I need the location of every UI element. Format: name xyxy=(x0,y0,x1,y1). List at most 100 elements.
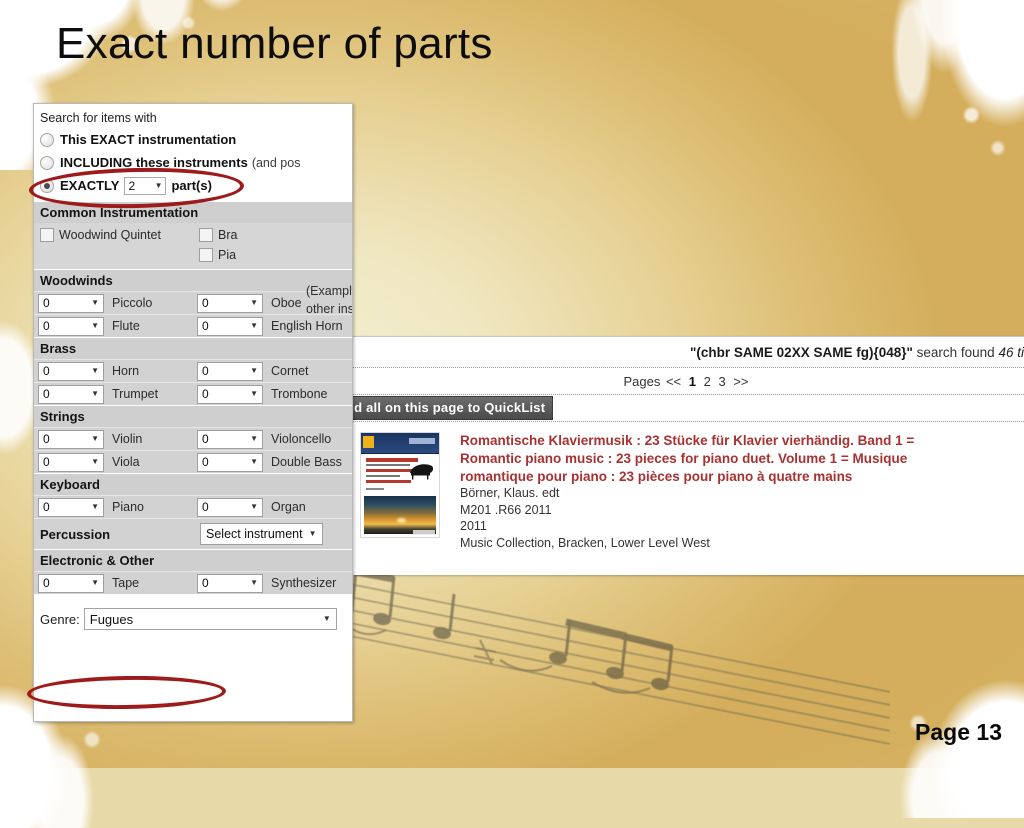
chevron-down-icon: ▼ xyxy=(322,614,331,623)
pagination-page-1[interactable]: 1 xyxy=(689,374,696,389)
instrument-row: 0 ▼ Viola 0 ▼ Double Bass xyxy=(34,450,352,473)
checkbox-brass-quintet[interactable]: Bra xyxy=(193,225,352,245)
radio-label: EXACTLY xyxy=(60,178,120,193)
instrument-cell-english-horn: 0 ▼ English Horn xyxy=(193,315,352,337)
radio-icon[interactable] xyxy=(40,132,54,147)
count-select-synthesizer[interactable]: 0 ▼ xyxy=(197,573,263,593)
parts-suffix-label: part(s) xyxy=(171,178,212,193)
count-value: 0 xyxy=(43,576,50,590)
count-select-trombone[interactable]: 0 ▼ xyxy=(197,384,263,404)
pagination-page-3[interactable]: 3 xyxy=(718,374,725,389)
count-select-violin[interactable]: 0 ▼ xyxy=(38,429,104,449)
cover-series-tag xyxy=(409,438,435,444)
radio-option-including-instruments[interactable]: INCLUDING these instruments (and pos xyxy=(40,151,352,174)
page-title: Exact number of parts xyxy=(56,19,493,68)
count-value: 0 xyxy=(43,500,50,514)
instrument-cell-piccolo: 0 ▼ Piccolo xyxy=(34,292,193,314)
chevron-down-icon: ▼ xyxy=(91,389,99,398)
radio-icon-selected[interactable] xyxy=(40,178,54,193)
count-value: 0 xyxy=(202,296,209,310)
cover-editor-line xyxy=(366,488,384,490)
count-select-oboe[interactable]: 0 ▼ xyxy=(197,293,263,313)
count-value: 0 xyxy=(43,364,50,378)
count-select-cornet[interactable]: 0 ▼ xyxy=(197,361,263,381)
results-summary: "(chbr SAME 02XX SAME fg){048}" search f… xyxy=(690,345,1024,360)
instrument-label: Trumpet xyxy=(112,387,159,401)
count-select-violoncello[interactable]: 0 ▼ xyxy=(197,429,263,449)
chevron-down-icon: ▼ xyxy=(154,180,163,190)
pagination-prev[interactable]: << xyxy=(666,374,681,389)
chevron-down-icon: ▼ xyxy=(91,321,99,330)
add-all-to-quicklist-button[interactable]: dd all on this page to QuickList xyxy=(350,396,554,420)
radio-option-exactly-parts[interactable]: EXACTLY 2 ▼ part(s) xyxy=(40,174,352,197)
count-select-flute[interactable]: 0 ▼ xyxy=(38,316,104,336)
record-title[interactable]: Romantische Klaviermusik : 23 Stücke für… xyxy=(460,432,914,485)
instrument-label: Piano xyxy=(112,500,144,514)
record-details: Romantische Klaviermusik : 23 Stücke für… xyxy=(460,432,914,551)
checkbox-icon[interactable] xyxy=(40,228,54,242)
grand-piano-icon xyxy=(410,464,434,480)
result-record: Romantische Klaviermusik : 23 Stücke für… xyxy=(350,422,1024,551)
section-heading-woodwinds: Woodwinds xyxy=(34,269,352,291)
count-value: 0 xyxy=(202,387,209,401)
instrument-label: Violoncello xyxy=(271,432,332,446)
record-year: 2011 xyxy=(460,519,487,534)
count-select-horn[interactable]: 0 ▼ xyxy=(38,361,104,381)
count-select-piccolo[interactable]: 0 ▼ xyxy=(38,293,104,313)
radio-note: (and pos xyxy=(251,155,301,170)
search-result-count: 46 ti xyxy=(998,344,1024,360)
pagination-next[interactable]: >> xyxy=(733,374,748,389)
count-value: 0 xyxy=(43,432,50,446)
instrument-cell-organ: 0 ▼ Organ xyxy=(193,496,352,518)
percussion-instrument-select[interactable]: Select instrument ▼ xyxy=(200,523,323,545)
checkbox-icon[interactable] xyxy=(199,228,213,242)
cover-subtitle-line xyxy=(366,475,400,477)
radio-option-exact-instrumentation[interactable]: This EXACT instrumentation xyxy=(40,128,352,151)
instrument-cell-horn: 0 ▼ Horn xyxy=(34,360,193,382)
section-heading-common-instrumentation: Common Instrumentation xyxy=(34,201,352,223)
checkbox-piano-trio[interactable]: Pia xyxy=(193,245,352,265)
parts-count-select[interactable]: 2 ▼ xyxy=(124,176,167,195)
checkbox-label: Pia xyxy=(218,248,237,262)
instrument-label: English Horn xyxy=(271,319,343,333)
count-select-english-horn[interactable]: 0 ▼ xyxy=(197,316,263,336)
instrument-cell-double-bass: 0 ▼ Double Bass xyxy=(193,451,352,473)
count-value: 0 xyxy=(43,455,50,469)
count-select-organ[interactable]: 0 ▼ xyxy=(197,497,263,517)
count-select-trumpet[interactable]: 0 ▼ xyxy=(38,384,104,404)
genre-select[interactable]: Fugues ▼ xyxy=(83,608,337,630)
radio-label: This EXACT instrumentation xyxy=(60,132,237,147)
instrument-row: 0 ▼ Violin 0 ▼ Violoncello xyxy=(34,427,352,450)
pagination: Pages << 1 2 3 >> xyxy=(623,374,750,389)
example-note-line-1: (Example: xyxy=(306,284,352,298)
percussion-select-value: Select instrument xyxy=(206,527,303,541)
checkbox-icon[interactable] xyxy=(199,248,213,262)
chevron-down-icon: ▼ xyxy=(91,502,99,511)
count-select-tape[interactable]: 0 ▼ xyxy=(38,573,104,593)
cover-subtitle-line xyxy=(366,464,410,466)
chevron-down-icon: ▼ xyxy=(250,457,258,466)
chevron-down-icon: ▼ xyxy=(91,434,99,443)
count-select-piano[interactable]: 0 ▼ xyxy=(38,497,104,517)
book-cover-thumbnail[interactable] xyxy=(360,432,440,538)
count-select-viola[interactable]: 0 ▼ xyxy=(38,452,104,472)
instrument-label: Violin xyxy=(112,432,143,446)
radio-icon[interactable] xyxy=(40,155,54,170)
count-value: 0 xyxy=(43,387,50,401)
chevron-down-icon: ▼ xyxy=(250,502,258,511)
instrument-label: Flute xyxy=(112,319,140,333)
genre-row: Genre: Fugues ▼ xyxy=(34,594,352,630)
section-heading-strings: Strings xyxy=(34,405,352,427)
pagination-page-2[interactable]: 2 xyxy=(704,374,711,389)
instrument-label: Piccolo xyxy=(112,296,153,310)
count-select-double-bass[interactable]: 0 ▼ xyxy=(197,452,263,472)
instrument-label: Organ xyxy=(271,500,306,514)
section-heading-electronic-other: Electronic & Other xyxy=(34,549,352,571)
chevron-down-icon: ▼ xyxy=(250,389,258,398)
checkbox-woodwind-quintet[interactable]: Woodwind Quintet xyxy=(34,225,193,245)
instrument-cell-flute: 0 ▼ Flute xyxy=(34,315,193,337)
count-value: 0 xyxy=(43,296,50,310)
quicklist-row: dd all on this page to QuickList xyxy=(350,395,1024,421)
percussion-row: Percussion Select instrument ▼ xyxy=(34,518,352,549)
instrumentation-search-form: Search for items with This EXACT instrum… xyxy=(33,103,353,722)
